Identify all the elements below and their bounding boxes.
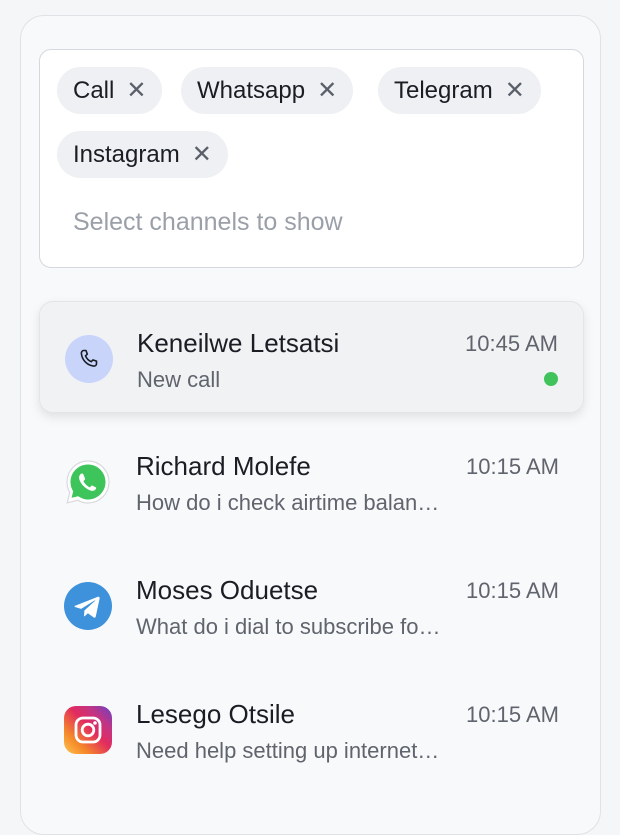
channel-chip-call: Call ✕ <box>57 67 163 114</box>
channel-chip-whatsapp: Whatsapp ✕ <box>181 67 354 114</box>
message-preview: Need help setting up internet… <box>136 738 440 763</box>
timestamp: 10:15 AM <box>466 454 559 479</box>
chip-label: Call <box>73 76 115 104</box>
conversation-row[interactable]: Lesego Otsile Need help setting up inter… <box>39 673 584 785</box>
telegram-icon <box>64 582 112 630</box>
timestamp: 10:45 AM <box>465 331 558 356</box>
call-icon <box>65 335 113 383</box>
instagram-icon <box>64 706 112 754</box>
conversation-row[interactable]: Richard Molefe How do i check airtime ba… <box>39 425 584 537</box>
contact-name: Moses Oduetse <box>136 575 319 605</box>
chip-label: Whatsapp <box>197 76 306 104</box>
message-preview: How do i check airtime balan… <box>136 490 440 515</box>
conversation-row[interactable]: Keneilwe Letsatsi New call 10:45 AM <box>39 301 584 413</box>
contact-name: Keneilwe Letsatsi <box>137 328 340 358</box>
whatsapp-icon <box>64 458 112 506</box>
message-preview: New call <box>137 367 221 392</box>
conversation-row[interactable]: Moses Oduetse What do i dial to subscrib… <box>39 549 584 661</box>
contact-name: Lesego Otsile <box>136 699 295 729</box>
online-status-dot <box>544 372 558 386</box>
message-preview: What do i dial to subscribe fo… <box>136 614 441 639</box>
conversation-panel: Call ✕ Whatsapp ✕ Telegram ✕ Instagram ✕… <box>20 15 601 835</box>
timestamp: 10:15 AM <box>466 578 559 603</box>
chip-label: Telegram <box>394 76 493 104</box>
close-icon[interactable]: ✕ <box>192 142 212 167</box>
close-icon[interactable]: ✕ <box>126 78 146 103</box>
timestamp: 10:15 AM <box>466 702 559 727</box>
chip-label: Instagram <box>73 140 180 168</box>
close-icon[interactable]: ✕ <box>505 78 525 103</box>
close-icon[interactable]: ✕ <box>317 78 337 103</box>
channel-chip-telegram: Telegram ✕ <box>378 67 541 114</box>
channel-chip-instagram: Instagram ✕ <box>57 131 228 178</box>
contact-name: Richard Molefe <box>136 451 311 481</box>
filter-placeholder[interactable]: Select channels to show <box>73 208 343 237</box>
channel-filter-input[interactable]: Call ✕ Whatsapp ✕ Telegram ✕ Instagram ✕… <box>39 49 584 268</box>
